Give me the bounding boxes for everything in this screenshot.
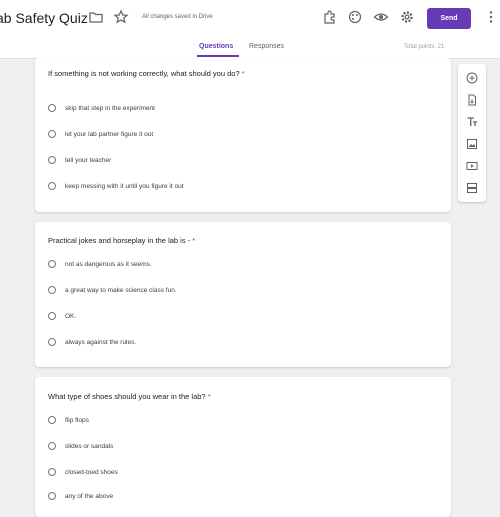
question-text: Practical jokes and horseplay in the lab… — [48, 236, 191, 245]
option-item[interactable]: let your lab partner figure it out — [48, 128, 153, 140]
radio-button[interactable] — [48, 312, 56, 320]
required-asterisk: * — [241, 69, 245, 78]
radio-button[interactable] — [48, 416, 56, 424]
question-title: Practical jokes and horseplay in the lab… — [48, 236, 195, 245]
option-label: slides or sandals — [65, 442, 114, 450]
question-title: If something is not working correctly, w… — [48, 69, 245, 78]
radio-button[interactable] — [48, 260, 56, 268]
import-questions-icon[interactable] — [466, 94, 478, 106]
option-label: keep messing with it until you figure it… — [65, 182, 184, 190]
option-label: skip that step in the experiment — [65, 104, 155, 112]
form-title[interactable]: ab Safety Quiz — [0, 10, 88, 26]
question-title: What type of shoes should you wear in th… — [48, 392, 211, 401]
option-item[interactable]: skip that step in the experiment — [48, 102, 155, 114]
tab-questions[interactable]: Questions — [199, 43, 233, 50]
question-card[interactable]: What type of shoes should you wear in th… — [35, 377, 451, 517]
radio-button[interactable] — [48, 492, 56, 500]
option-item[interactable]: flip flops — [48, 414, 89, 426]
option-item[interactable]: tell your teacher — [48, 154, 111, 166]
settings-gear-icon[interactable] — [399, 9, 415, 25]
question-card[interactable]: If something is not working correctly, w… — [35, 58, 451, 212]
more-vert-icon[interactable] — [483, 9, 499, 25]
option-label: a great way to make science class fun. — [65, 286, 177, 294]
option-item[interactable]: any of the above — [48, 490, 113, 502]
required-asterisk: * — [192, 236, 196, 245]
add-image-icon[interactable] — [466, 138, 478, 150]
side-toolbar — [458, 64, 486, 202]
preview-eye-icon[interactable] — [373, 9, 389, 25]
star-icon[interactable] — [113, 9, 129, 25]
option-label: not as dangerous as it seems. — [65, 260, 152, 268]
radio-button[interactable] — [48, 104, 56, 112]
tabs-bar: Questions Responses Total points: 21 — [0, 38, 500, 59]
add-section-icon[interactable] — [466, 182, 478, 194]
required-asterisk: * — [207, 392, 211, 401]
question-text: If something is not working correctly, w… — [48, 69, 240, 78]
total-points: Total points: 21 — [404, 44, 445, 50]
folder-icon[interactable] — [88, 9, 104, 25]
option-label: flip flops — [65, 416, 89, 424]
radio-button[interactable] — [48, 338, 56, 346]
option-item[interactable]: closed-toed shoes — [48, 466, 118, 478]
radio-button[interactable] — [48, 182, 56, 190]
option-label: tell your teacher — [65, 156, 112, 164]
radio-button[interactable] — [48, 468, 56, 476]
radio-button[interactable] — [48, 130, 56, 138]
add-video-icon[interactable] — [466, 160, 478, 172]
palette-icon[interactable] — [347, 9, 363, 25]
option-item[interactable]: keep messing with it until you figure it… — [48, 180, 184, 192]
tab-responses[interactable]: Responses — [249, 43, 284, 50]
active-tab-indicator — [197, 55, 239, 57]
option-label: any of the above — [65, 492, 114, 500]
radio-button[interactable] — [48, 286, 56, 294]
add-title-icon[interactable] — [466, 116, 478, 128]
add-question-icon[interactable] — [466, 72, 478, 84]
option-item[interactable]: a great way to make science class fun. — [48, 284, 177, 296]
option-label: always against the rules. — [65, 338, 137, 346]
option-item[interactable]: slides or sandals — [48, 440, 113, 452]
radio-button[interactable] — [48, 156, 56, 164]
option-label: let your lab partner figure it out — [65, 130, 154, 138]
question-text: What type of shoes should you wear in th… — [48, 392, 206, 401]
addons-icon[interactable] — [322, 9, 338, 25]
option-label: OK. — [65, 312, 77, 320]
option-label: closed-toed shoes — [65, 468, 118, 476]
option-item[interactable]: not as dangerous as it seems. — [48, 258, 152, 270]
option-item[interactable]: OK. — [48, 310, 76, 322]
option-item[interactable]: always against the rules. — [48, 336, 136, 348]
question-card[interactable]: Practical jokes and horseplay in the lab… — [35, 222, 451, 367]
radio-button[interactable] — [48, 442, 56, 450]
send-button[interactable]: Send — [427, 8, 471, 29]
top-bar: ab Safety Quiz All changes saved in Driv… — [0, 0, 500, 38]
saved-status: All changes saved in Drive — [142, 14, 213, 20]
